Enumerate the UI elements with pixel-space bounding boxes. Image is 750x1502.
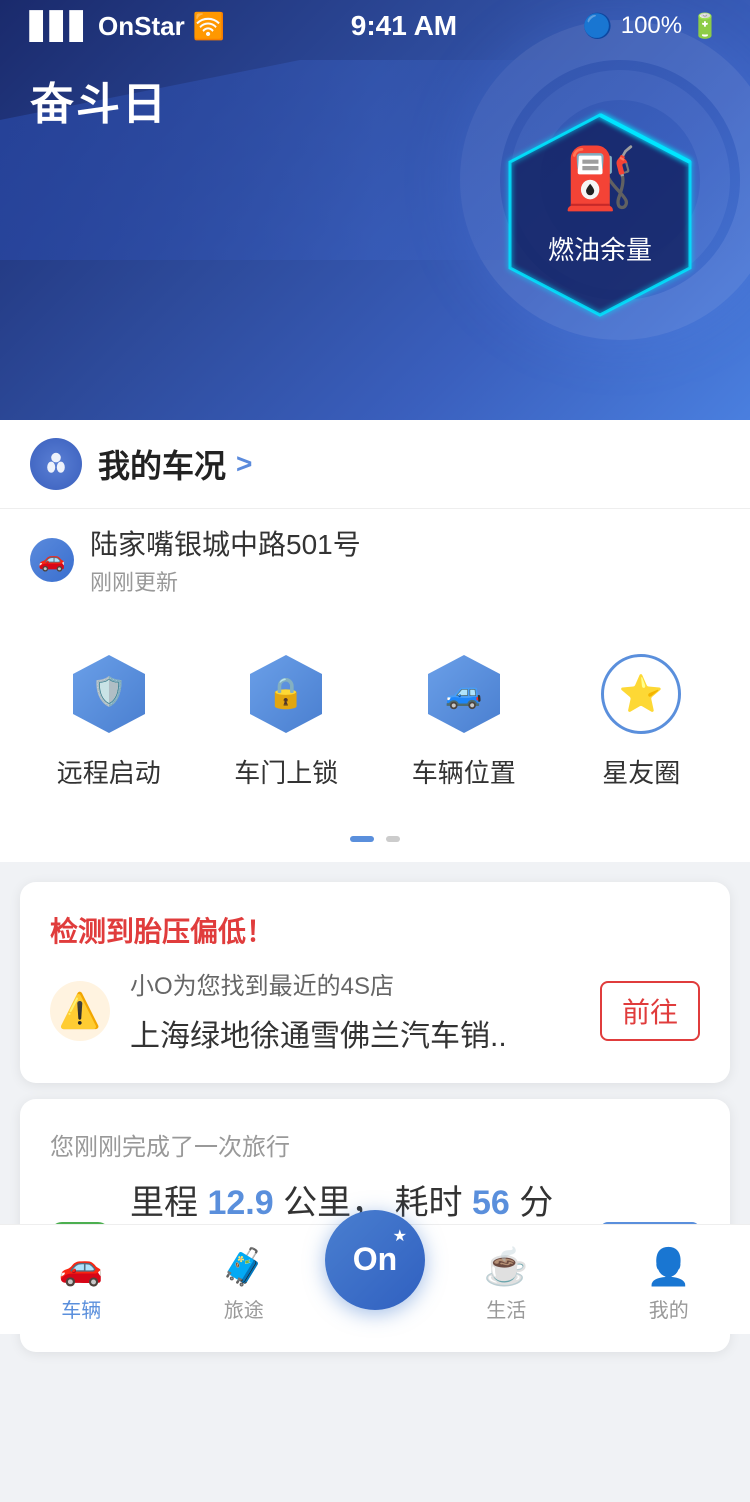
alert-go-button[interactable]: 前往 — [600, 981, 700, 1041]
dots-indicator — [0, 826, 750, 862]
actions-row: 🛡️ 远程启动 🔒 车门上锁 — [20, 649, 730, 790]
car-status-bar[interactable]: 我的车况 > — [0, 420, 750, 509]
nav-center-text: On — [353, 1241, 397, 1278]
action-door-lock[interactable]: 🔒 车门上锁 — [216, 649, 356, 790]
vehicle-location-icon-wrap: 🚙 — [419, 649, 509, 739]
status-carrier: ▋▋▋ OnStar 🛜 — [30, 11, 225, 42]
buick-logo — [30, 438, 82, 490]
action-remote-start[interactable]: 🛡️ 远程启动 — [39, 649, 179, 790]
fuel-content: ⛽ 燃油余量 — [548, 143, 652, 267]
alert-shop-name: 上海绿地徐通雪佛兰汽车销.. — [130, 1011, 580, 1055]
star-icon: ⭐ — [619, 673, 664, 715]
vehicle-nav-icon: 🚗 — [59, 1246, 104, 1288]
trip-duration-label: 耗时 — [395, 1184, 463, 1222]
alert-card: 检测到胎压偏低！ ⚠️ 小O为您找到最近的4S店 上海绿地徐通雪佛兰汽车销.. … — [20, 882, 730, 1083]
bottom-spacer — [0, 1372, 750, 1502]
nav-item-vehicle[interactable]: 🚗 车辆 — [0, 1236, 163, 1323]
car-status-title: 我的车况 > — [98, 441, 720, 487]
location-icon-wrap: 🚗 — [30, 538, 74, 582]
star-circle-shape: ⭐ — [601, 654, 681, 734]
hero-title: 奋斗日 — [30, 68, 168, 132]
nav-item-mine[interactable]: 👤 我的 — [588, 1236, 750, 1323]
car-location: 🚗 陆家嘴银城中路501号 刚刚更新 — [0, 509, 750, 619]
svg-text:🔒: 🔒 — [268, 677, 305, 710]
signal-icon: ▋▋▋ — [30, 11, 90, 42]
hero-section: 奋斗日 ⛽ 燃油余量 — [0, 0, 750, 420]
status-battery: 🔵 100% 🔋 — [583, 12, 720, 41]
warning-icon: ⚠️ — [50, 981, 110, 1041]
nav-center-button[interactable]: ★ On — [325, 1210, 425, 1310]
mine-nav-icon: 👤 — [646, 1246, 691, 1288]
journey-nav-icon: 🧳 — [221, 1246, 266, 1288]
life-nav-icon: ☕ — [484, 1246, 529, 1288]
location-text-wrap: 陆家嘴银城中路501号 刚刚更新 — [90, 523, 361, 597]
remote-start-icon-wrap: 🛡️ — [64, 649, 154, 739]
remote-start-hex-svg: 🛡️ — [69, 651, 149, 737]
hero-title-wrap: 奋斗日 — [30, 68, 168, 132]
alert-body: ⚠️ 小O为您找到最近的4S店 上海绿地徐通雪佛兰汽车销.. 前往 — [50, 966, 700, 1055]
vehicle-location-label: 车辆位置 — [412, 753, 516, 790]
trip-distance-value: 12.9 — [207, 1184, 273, 1222]
bottom-nav: 🚗 车辆 🧳 旅途 ★ On ☕ 生活 👤 我的 — [0, 1224, 750, 1334]
fuel-indicator[interactable]: ⛽ 燃油余量 — [490, 90, 710, 340]
action-vehicle-location[interactable]: 🚙 车辆位置 — [394, 649, 534, 790]
trip-header: 您刚刚完成了一次旅行 — [50, 1127, 700, 1162]
status-bar: ▋▋▋ OnStar 🛜 9:41 AM 🔵 100% 🔋 — [0, 0, 750, 48]
hexagon-shape: ⛽ 燃油余量 — [500, 105, 700, 325]
fuel-pump-icon: ⛽ — [563, 143, 638, 214]
door-lock-icon-wrap: 🔒 — [241, 649, 331, 739]
dot-1 — [350, 836, 374, 842]
battery-icon: 🔋 — [690, 12, 720, 41]
buick-logo-inner — [40, 448, 72, 480]
star-circle-label: 星友圈 — [602, 753, 680, 790]
chevron-right-icon: > — [236, 448, 252, 480]
alert-text-wrap: 小O为您找到最近的4S店 上海绿地徐通雪佛兰汽车销.. — [130, 966, 580, 1055]
nav-item-journey[interactable]: 🧳 旅途 — [163, 1236, 326, 1323]
remote-start-label: 远程启动 — [57, 753, 161, 790]
car-status-text: 我的车况 > — [98, 441, 720, 487]
nav-center-star-icon: ★ — [393, 1226, 407, 1246]
alert-subtitle: 小O为您找到最近的4S店 — [130, 966, 580, 1001]
nav-item-life[interactable]: ☕ 生活 — [425, 1236, 588, 1323]
location-update-time: 刚刚更新 — [90, 565, 361, 597]
wifi-icon: 🛜 — [193, 11, 225, 42]
bluetooth-icon: 🔵 — [583, 12, 613, 41]
status-time: 9:41 AM — [351, 10, 457, 42]
location-address: 陆家嘴银城中路501号 — [90, 523, 361, 563]
action-star-circle[interactable]: ⭐ 星友圈 — [571, 649, 711, 790]
trip-duration-value: 56 — [472, 1184, 510, 1222]
life-nav-label: 生活 — [486, 1294, 526, 1323]
vehicle-nav-label: 车辆 — [61, 1294, 101, 1323]
vehicle-location-hex-svg: 🚙 — [424, 651, 504, 737]
nav-center-wrap: ★ On — [325, 1250, 425, 1310]
location-icon: 🚗 — [38, 547, 65, 573]
mine-nav-label: 我的 — [649, 1294, 689, 1323]
svg-text:🚙: 🚙 — [445, 677, 482, 711]
quick-actions: 🛡️ 远程启动 🔒 车门上锁 — [0, 619, 750, 826]
star-circle-icon-wrap: ⭐ — [596, 649, 686, 739]
alert-title: 检测到胎压偏低！ — [50, 910, 700, 950]
door-lock-hex-svg: 🔒 — [246, 651, 326, 737]
trip-distance-label: 里程 — [130, 1184, 198, 1222]
door-lock-label: 车门上锁 — [234, 753, 338, 790]
dot-2 — [386, 836, 400, 842]
svg-text:🛡️: 🛡️ — [91, 675, 126, 708]
fuel-label: 燃油余量 — [548, 230, 652, 267]
journey-nav-label: 旅途 — [224, 1294, 264, 1323]
